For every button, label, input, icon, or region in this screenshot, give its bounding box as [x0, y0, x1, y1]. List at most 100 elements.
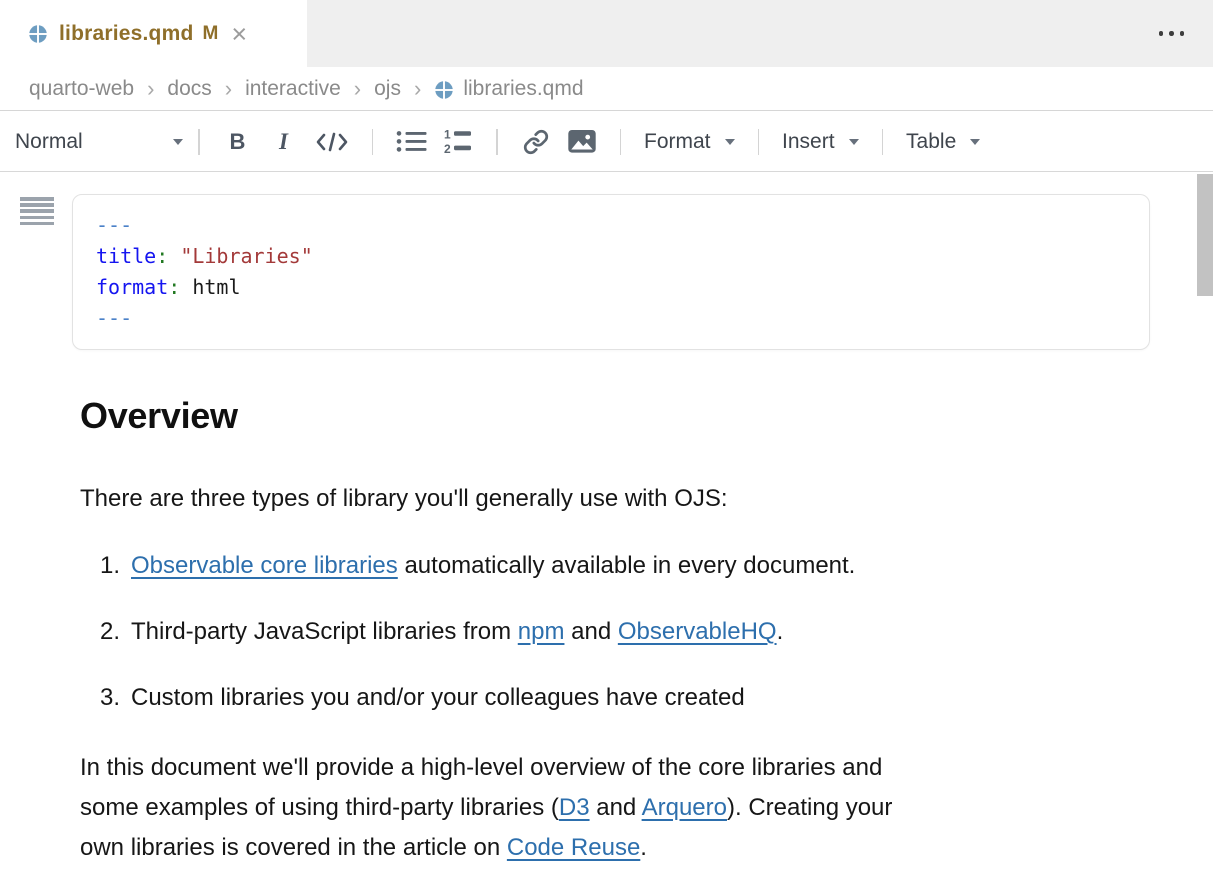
toolbar-separator: [372, 129, 374, 155]
text-segment: .: [777, 618, 784, 645]
yaml-token-string: "Libraries": [180, 244, 312, 268]
italic-button[interactable]: I: [269, 129, 299, 155]
toolbar-separator: [882, 129, 884, 155]
dropdown-caret-icon: [970, 139, 980, 145]
intro-paragraph: There are three types of library you'll …: [80, 479, 1084, 519]
tab-filename: libraries.qmd: [59, 22, 193, 46]
section-heading: Overview: [80, 395, 1084, 437]
text-segment: ). Creating your: [727, 794, 892, 821]
quarto-file-icon: [434, 80, 454, 100]
closing-paragraph: In this document we'll provide a high-le…: [80, 748, 1084, 868]
text-segment: automatically available in every documen…: [398, 552, 856, 579]
list-item-text: Custom libraries you and/or your colleag…: [131, 678, 745, 718]
text-segment: and: [564, 618, 617, 645]
table-menu-label: Table: [906, 130, 956, 154]
insert-menu[interactable]: Insert: [782, 130, 859, 154]
yaml-token-key: title: [96, 244, 156, 268]
text-segment: In this document we'll provide a high-le…: [80, 754, 882, 781]
tab-bar: libraries.qmd M ×: [0, 0, 1213, 67]
quarto-file-icon: [28, 24, 48, 44]
text-segment: some examples of using third-party libra…: [80, 794, 559, 821]
document-article: Overview There are three types of librar…: [80, 395, 1084, 868]
ordered-list: 1.Observable core libraries automaticall…: [80, 546, 1084, 718]
editor-window: libraries.qmd M × quarto-web › docs › intera…: [0, 0, 1213, 889]
doc-link[interactable]: D3: [559, 794, 590, 821]
list-item: 3.Custom libraries you and/or your colle…: [100, 678, 1084, 718]
dropdown-caret-icon: [725, 139, 735, 145]
breadcrumb-separator-icon: ›: [414, 78, 421, 100]
code-button[interactable]: [315, 130, 349, 154]
code-icon: [315, 130, 349, 154]
link-button[interactable]: [521, 129, 551, 155]
yaml-token-colon: :: [168, 275, 180, 299]
text-segment: Custom libraries you and/or your colleag…: [131, 684, 745, 711]
tab-libraries-qmd[interactable]: libraries.qmd M ×: [0, 0, 307, 67]
yaml-code-line: ---: [96, 303, 1149, 334]
yaml-code-line: ---: [96, 210, 1149, 241]
list-item-number: 3.: [100, 678, 131, 718]
dropdown-caret-icon: [173, 139, 183, 145]
doc-link[interactable]: Observable core libraries: [131, 552, 398, 579]
bullet-list-icon: [396, 129, 427, 154]
doc-link[interactable]: Arquero: [642, 794, 727, 821]
image-icon: [567, 129, 597, 154]
list-item-number: 2.: [100, 612, 131, 652]
text-segment: .: [640, 834, 647, 861]
text-segment: and: [590, 794, 642, 821]
list-item-text: Observable core libraries automatically …: [131, 546, 855, 586]
breadcrumb-separator-icon: ›: [225, 78, 232, 100]
breadcrumb: quarto-web › docs › interactive › ojs › librari…: [0, 67, 1213, 111]
document-canvas[interactable]: ---title: "Libraries"format: html--- Ove…: [0, 173, 1213, 889]
yaml-token-fence: ---: [96, 213, 132, 237]
close-icon[interactable]: ×: [231, 24, 247, 44]
format-menu[interactable]: Format: [644, 130, 735, 154]
breadcrumb-separator-icon: ›: [147, 78, 154, 100]
image-button[interactable]: [567, 129, 597, 154]
dropdown-caret-icon: [849, 139, 859, 145]
more-actions-icon[interactable]: [1159, 31, 1185, 36]
list-item-number: 1.: [100, 546, 131, 586]
modified-badge: M: [202, 23, 218, 45]
table-menu[interactable]: Table: [906, 130, 980, 154]
breadcrumb-item[interactable]: interactive: [245, 77, 341, 101]
insert-menu-label: Insert: [782, 130, 835, 154]
paragraph-style-select[interactable]: Normal: [15, 130, 183, 154]
breadcrumb-item[interactable]: docs: [167, 77, 211, 101]
text-segment: own libraries is covered in the article …: [80, 834, 507, 861]
list-item: 2.Third-party JavaScript libraries from …: [100, 612, 1084, 652]
breadcrumb-item[interactable]: ojs: [374, 77, 401, 101]
yaml-token-plain: [168, 244, 180, 268]
doc-link[interactable]: ObservableHQ: [618, 618, 777, 645]
ordered-list-button[interactable]: 1 2: [443, 128, 473, 155]
yaml-code-line: format: html: [96, 272, 1149, 303]
link-icon: [522, 129, 550, 155]
yaml-front-matter-block[interactable]: ---title: "Libraries"format: html---: [72, 194, 1150, 350]
paragraph-style-value: Normal: [15, 130, 83, 154]
drag-handle-icon[interactable]: [20, 197, 54, 225]
toolbar-separator: [198, 129, 200, 155]
text-segment: Third-party JavaScript libraries from: [131, 618, 518, 645]
breadcrumb-item[interactable]: quarto-web: [29, 77, 134, 101]
yaml-token-plain: html: [180, 275, 240, 299]
list-item-text: Third-party JavaScript libraries from np…: [131, 612, 783, 652]
breadcrumb-separator-icon: ›: [354, 78, 361, 100]
toolbar-separator: [620, 129, 622, 155]
format-menu-label: Format: [644, 130, 711, 154]
toolbar-separator: [758, 129, 760, 155]
yaml-token-colon: :: [156, 244, 168, 268]
doc-link[interactable]: npm: [518, 618, 565, 645]
list-item: 1.Observable core libraries automaticall…: [100, 546, 1084, 586]
ordered-list-icon: 1 2: [444, 128, 473, 155]
svg-text:1: 1: [444, 128, 451, 142]
yaml-code-line: title: "Libraries": [96, 241, 1149, 272]
bold-button[interactable]: B: [223, 129, 253, 155]
doc-link[interactable]: Code Reuse: [507, 834, 640, 861]
bullet-list-button[interactable]: [396, 129, 427, 154]
formatting-toolbar: Normal B I: [0, 112, 1213, 172]
toolbar-separator: [496, 129, 498, 155]
breadcrumb-item[interactable]: libraries.qmd: [463, 77, 583, 101]
svg-text:2: 2: [444, 142, 451, 155]
yaml-token-key: format: [96, 275, 168, 299]
yaml-token-fence: ---: [96, 306, 132, 330]
vertical-scrollbar-thumb[interactable]: [1197, 174, 1213, 296]
